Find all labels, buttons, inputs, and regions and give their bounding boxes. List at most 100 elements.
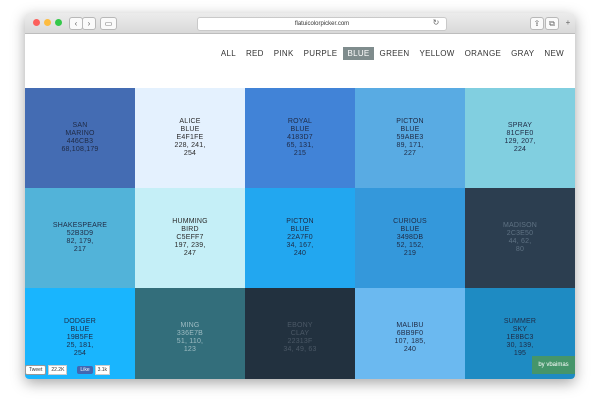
color-info: DODGER BLUE 19B5FE 25, 181, 254 (64, 318, 96, 358)
color-info: SAN MARINO 446CB3 68,108,179 (61, 122, 98, 154)
color-name1: MING (180, 322, 200, 329)
color-rgb1: 89, 171, (396, 142, 424, 149)
color-swatch[interactable]: ROYAL BLUE 4183D7 65, 131, 215 (245, 88, 355, 188)
color-name2: BIRD (181, 226, 199, 233)
color-name1: SAN (72, 122, 88, 129)
color-info: HUMMING BIRD C5EFF7 197, 239, 247 (172, 218, 208, 258)
color-swatch[interactable]: PICTON BLUE 59ABE3 89, 171, 227 (355, 88, 465, 188)
color-name1: PICTON (396, 118, 424, 125)
color-hex: 4183D7 (287, 134, 313, 141)
color-rgb2: 240 (293, 250, 307, 257)
color-swatch[interactable]: MADISON 2C3E50 44, 62, 80 (465, 188, 575, 288)
color-rgb1: 107, 185, (394, 338, 426, 345)
color-info: EBONY CLAY 22313F 34, 49, 63 (283, 322, 316, 354)
reload-button[interactable]: ↻ (429, 17, 443, 28)
color-hex: E4F1FE (176, 134, 204, 141)
color-hex: 336E7B (176, 330, 204, 337)
forward-button[interactable]: › (82, 17, 96, 30)
color-rgb1: 34, 167, (286, 242, 314, 249)
credit-badge[interactable]: by vbaimas (532, 356, 575, 374)
color-name1: HUMMING (172, 218, 208, 225)
color-rgb1: 82, 179, (66, 238, 94, 245)
color-name2: MARINO (65, 130, 95, 137)
color-swatch[interactable]: PICTON BLUE 22A7F0 34, 167, 240 (245, 188, 355, 288)
color-name2: BLUE (180, 126, 200, 133)
close-window-button[interactable] (33, 19, 40, 26)
color-rgb1: 51, 110, (176, 338, 204, 345)
tab-overview-button[interactable]: ⧉ (545, 17, 559, 30)
new-tab-button[interactable]: + (563, 17, 573, 28)
color-name2: BLUE (290, 226, 310, 233)
tweet-count: 22.2K (48, 365, 68, 375)
filter-gray[interactable]: GRAY (507, 47, 538, 60)
sidebar-button[interactable]: ▭ (100, 17, 117, 30)
color-info: ALICE BLUE E4F1FE 228, 241, 254 (175, 118, 206, 158)
back-button[interactable]: ‹ (69, 17, 83, 30)
color-hex: 52B3D9 (66, 230, 94, 237)
tweet-button[interactable]: Tweet (25, 365, 47, 375)
color-info: MING 336E7B 51, 110, 123 (177, 322, 203, 354)
color-hex: C5EFF7 (176, 234, 204, 241)
like-button[interactable]: Like (77, 366, 93, 374)
color-info: PICTON BLUE 22A7F0 34, 167, 240 (286, 218, 314, 258)
color-rgb1: 25, 181, (66, 342, 94, 349)
color-hex: 6BB9F0 (396, 330, 424, 337)
color-name1: CURIOUS (393, 218, 427, 225)
color-hex: 19B5FE (66, 334, 94, 341)
filter-list: ALL RED PINK PURPLE BLUE GREEN YELLOW ORANGE GRA… (215, 47, 568, 60)
filter-purple[interactable]: PURPLE (300, 47, 342, 60)
color-name1: ALICE (179, 118, 201, 125)
color-swatch[interactable]: SHAKESPEARE 52B3D9 82, 179, 217 (25, 188, 135, 288)
color-name2: BLUE (400, 126, 420, 133)
filter-green[interactable]: GREEN (376, 47, 414, 60)
color-name1: DODGER (64, 318, 96, 325)
color-swatch[interactable]: MALIBU 6BB9F0 107, 185, 240 (355, 288, 465, 379)
color-name1: PICTON (286, 218, 314, 225)
minimize-window-button[interactable] (44, 19, 51, 26)
browser-window: ‹ › ▭ flatuicolorpicker.com ↻ ⇪ ⧉ + ALL R… (25, 13, 575, 379)
color-swatch[interactable]: ALICE BLUE E4F1FE 228, 241, 254 (135, 88, 245, 188)
color-hex: 81CFE0 (506, 130, 534, 137)
filter-orange[interactable]: ORANGE (461, 47, 505, 60)
color-name2: SKY (512, 326, 528, 333)
color-rgb1: 30, 139, (506, 342, 534, 349)
color-info: CURIOUS BLUE 3498DB 52, 152, 219 (393, 218, 427, 258)
filter-all[interactable]: ALL (217, 47, 240, 60)
filter-red[interactable]: RED (242, 47, 268, 60)
color-swatch[interactable]: MING 336E7B 51, 110, 123 (135, 288, 245, 379)
color-swatch[interactable]: HUMMING BIRD C5EFF7 197, 239, 247 (135, 188, 245, 288)
color-rgb2: 80 (515, 246, 525, 253)
color-rgb2: 240 (403, 346, 417, 353)
color-swatch[interactable]: EBONY CLAY 22313F 34, 49, 63 (245, 288, 355, 379)
color-info: SPRAY 81CFE0 129, 207, 224 (505, 122, 536, 154)
filter-pink[interactable]: PINK (270, 47, 298, 60)
color-info: MADISON 2C3E50 44, 62, 80 (503, 222, 537, 254)
color-swatch[interactable]: SAN MARINO 446CB3 68,108,179 (25, 88, 135, 188)
address-bar[interactable]: flatuicolorpicker.com (197, 17, 447, 31)
color-rgb2: 123 (183, 346, 197, 353)
color-info: MALIBU 6BB9F0 107, 185, 240 (395, 322, 426, 354)
color-swatch[interactable]: CURIOUS BLUE 3498DB 52, 152, 219 (355, 188, 465, 288)
zoom-window-button[interactable] (55, 19, 62, 26)
color-rgb1: 129, 207, (504, 138, 536, 145)
color-name2: BLUE (400, 226, 420, 233)
social-bar: Tweet 22.2K Like 3.1k (25, 365, 111, 375)
color-swatch[interactable]: SPRAY 81CFE0 129, 207, 224 (465, 88, 575, 188)
color-rgb1: 52, 152, (396, 242, 424, 249)
color-hex: 59ABE3 (396, 134, 424, 141)
color-name2: BLUE (70, 326, 90, 333)
filter-blue[interactable]: BLUE (343, 47, 374, 60)
share-button[interactable]: ⇪ (530, 17, 544, 30)
filter-yellow[interactable]: YELLOW (416, 47, 459, 60)
browser-titlebar: ‹ › ▭ flatuicolorpicker.com ↻ ⇪ ⧉ + (25, 13, 575, 34)
color-rgb1: 65, 131, (286, 142, 314, 149)
filter-new[interactable]: NEW (540, 47, 568, 60)
color-rgb2: 224 (513, 146, 527, 153)
color-info: ROYAL BLUE 4183D7 65, 131, 215 (287, 118, 314, 158)
color-rgb2: 215 (293, 150, 307, 157)
url-text: flatuicolorpicker.com (294, 21, 350, 27)
color-rgb1: 228, 241, (174, 142, 206, 149)
color-rgb1: 44, 62, (508, 238, 532, 245)
color-info: SUMMER SKY 1E8BC3 30, 139, 195 (504, 318, 536, 358)
color-name1: SHAKESPEARE (52, 222, 108, 229)
